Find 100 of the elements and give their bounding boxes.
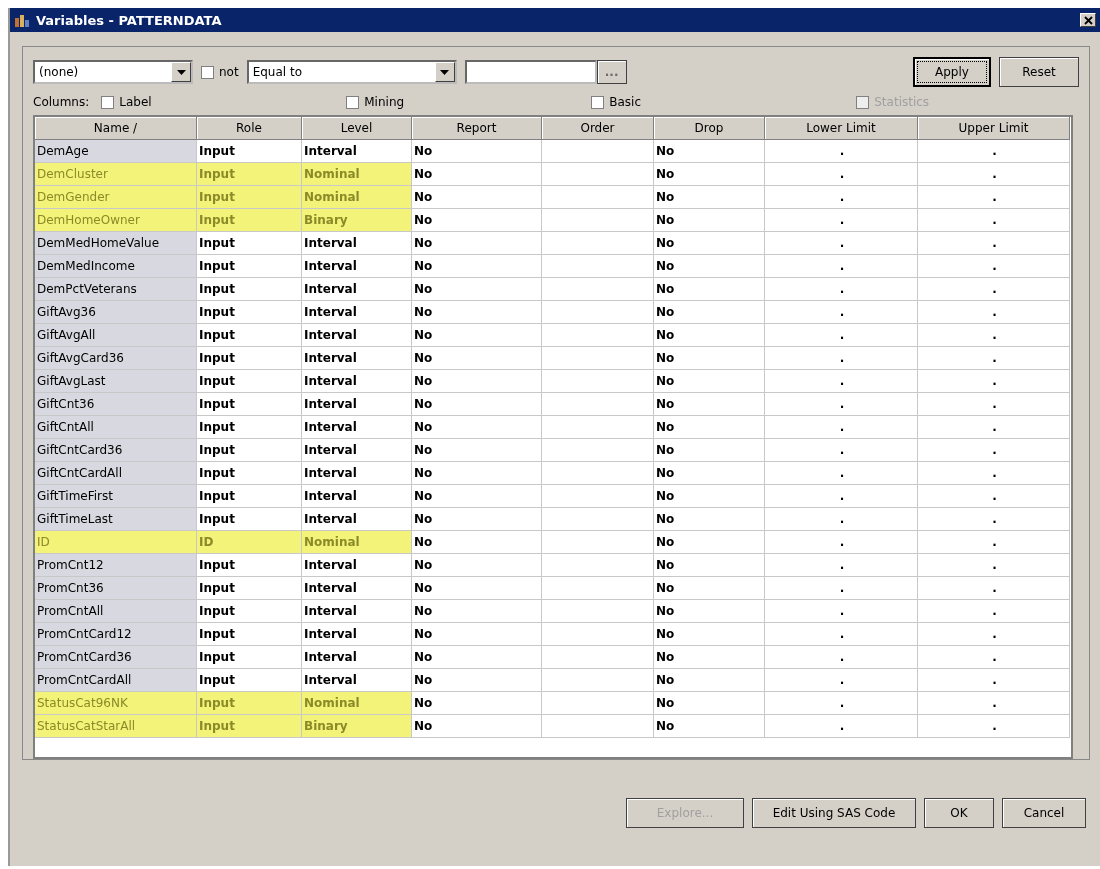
column-header[interactable]: Order (542, 117, 654, 140)
table-cell: No (412, 439, 542, 462)
table-cell: PromCntCardAll (35, 669, 197, 692)
table-cell: No (412, 186, 542, 209)
table-cell: Input (197, 692, 302, 715)
table-cell: PromCntCard36 (35, 646, 197, 669)
table-cell: No (412, 347, 542, 370)
table-cell: No (654, 416, 765, 439)
table-cell: Binary (302, 715, 412, 738)
table-cell: . (918, 669, 1070, 692)
table-cell: . (765, 577, 918, 600)
dropdown-arrow-icon[interactable] (440, 69, 450, 75)
table-cell: DemCluster (35, 163, 197, 186)
checkbox[interactable]: Label (101, 95, 152, 109)
column-dropdown[interactable]: (none) (33, 60, 193, 84)
table-cell: . (765, 531, 918, 554)
table-cell: . (918, 416, 1070, 439)
table-cell: . (918, 692, 1070, 715)
table-cell: Interval (302, 485, 412, 508)
table-cell: Input (197, 278, 302, 301)
table-cell: . (765, 255, 918, 278)
table-cell: No (412, 646, 542, 669)
table-cell: Input (197, 163, 302, 186)
table-cell: No (412, 623, 542, 646)
table-cell: . (918, 301, 1070, 324)
table-cell: No (412, 278, 542, 301)
table-cell: . (918, 508, 1070, 531)
table-cell: No (412, 508, 542, 531)
operator-dropdown[interactable]: Equal to (246, 60, 457, 84)
table-cell: . (918, 393, 1070, 416)
table-cell: . (765, 485, 918, 508)
table-cell: . (765, 623, 918, 646)
column-header[interactable]: Level (302, 117, 412, 140)
table-cell: PromCntAll (35, 600, 197, 623)
table-cell: . (918, 715, 1070, 738)
table-cell: Interval (302, 577, 412, 600)
table-cell: Input (197, 370, 302, 393)
table-cell: . (765, 715, 918, 738)
table-cell: No (412, 692, 542, 715)
table-cell: Nominal (302, 692, 412, 715)
table-cell: DemHomeOwner (35, 209, 197, 232)
table-cell: No (654, 715, 765, 738)
value-field[interactable] (464, 60, 597, 84)
table-cell: No (654, 301, 765, 324)
table-cell: Input (197, 393, 302, 416)
table-cell: No (412, 462, 542, 485)
table-cell: No (412, 715, 542, 738)
column-header[interactable]: Role (197, 117, 302, 140)
table-cell: ID (197, 531, 302, 554)
apply-button[interactable]: Apply (913, 57, 991, 87)
table-cell: Interval (302, 301, 412, 324)
table-cell: . (918, 439, 1070, 462)
column-header[interactable]: Drop (654, 117, 765, 140)
table-cell: No (654, 255, 765, 278)
table-cell: Interval (302, 600, 412, 623)
table-cell: . (918, 623, 1070, 646)
table-cell: GiftCntCard36 (35, 439, 197, 462)
table-cell: GiftCntCardAll (35, 462, 197, 485)
table-cell: PromCnt12 (35, 554, 197, 577)
checkbox[interactable]: Mining (346, 95, 405, 109)
app-icon (14, 12, 30, 28)
table-cell: . (918, 278, 1070, 301)
table-cell: Input (197, 186, 302, 209)
table-cell: . (918, 485, 1070, 508)
column-header[interactable]: Upper Limit (918, 117, 1070, 140)
table-cell: No (654, 646, 765, 669)
dropdown-arrow-icon[interactable] (176, 69, 186, 75)
table-cell: Input (197, 232, 302, 255)
table-cell: GiftAvg36 (35, 301, 197, 324)
table-cell: Input (197, 324, 302, 347)
table-cell: No (412, 600, 542, 623)
reset-button[interactable]: Reset (999, 57, 1079, 87)
table-cell: Interval (302, 623, 412, 646)
table-cell: Input (197, 577, 302, 600)
checkbox[interactable]: not (201, 65, 239, 79)
table-cell: No (654, 623, 765, 646)
ok-button[interactable]: OK (924, 798, 994, 828)
close-icon[interactable] (1080, 13, 1096, 27)
table-cell: No (412, 370, 542, 393)
column-header[interactable]: Report (412, 117, 542, 140)
checkbox[interactable]: Basic (591, 95, 642, 109)
table-cell: . (765, 370, 918, 393)
table-cell: Interval (302, 232, 412, 255)
table-cell: Input (197, 554, 302, 577)
table-cell: No (654, 485, 765, 508)
table-cell: StatusCatStarAll (35, 715, 197, 738)
table-cell: No (654, 577, 765, 600)
table-cell: Interval (302, 324, 412, 347)
column-header[interactable]: Name / (35, 117, 197, 140)
edit-code-button[interactable]: Edit Using SAS Code (752, 798, 916, 828)
table-cell: . (765, 416, 918, 439)
table-cell: Input (197, 600, 302, 623)
table-cell: . (918, 186, 1070, 209)
table-cell: Input (197, 715, 302, 738)
table-cell: . (918, 370, 1070, 393)
column-header[interactable]: Lower Limit (765, 117, 918, 140)
cancel-button[interactable]: Cancel (1002, 798, 1086, 828)
table-cell: No (654, 278, 765, 301)
table-cell: No (412, 324, 542, 347)
table-cell: PromCntCard12 (35, 623, 197, 646)
